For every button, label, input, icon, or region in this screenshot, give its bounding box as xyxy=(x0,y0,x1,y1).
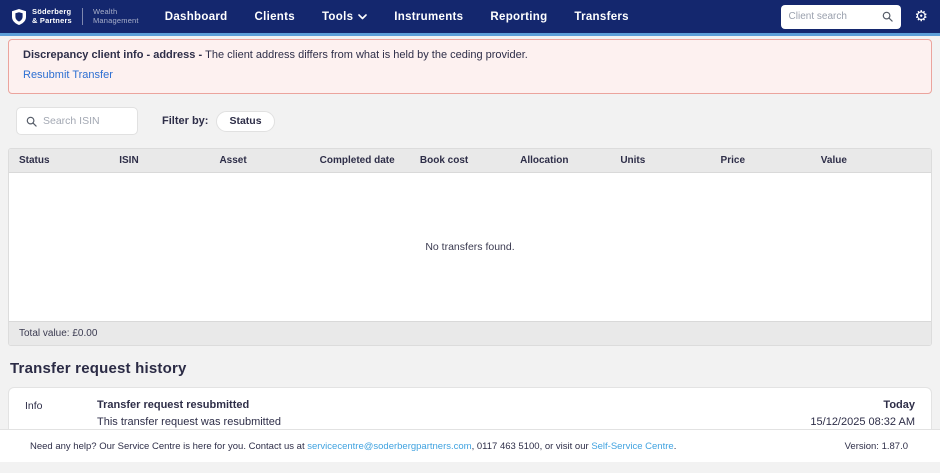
nav-item-label: Tools xyxy=(321,10,354,23)
history-entry-type: Info xyxy=(25,400,43,412)
resubmit-transfer-link[interactable]: Resubmit Transfer xyxy=(23,69,113,81)
discrepancy-alert-banner: Discrepancy client info - address - The … xyxy=(8,39,932,94)
logo-division-text: Wealth Management xyxy=(92,7,139,25)
status-filter-button[interactable]: Status xyxy=(216,110,275,132)
column-header-units: Units xyxy=(620,155,646,166)
total-value-label: Total value: £0.00 xyxy=(19,328,98,339)
logo-divider xyxy=(81,8,83,25)
history-entry-date: Today xyxy=(883,399,915,411)
help-text: Need any help? Our Service Centre is her… xyxy=(30,441,676,452)
nav-item-instruments[interactable]: Instruments xyxy=(394,11,463,23)
top-nav: Söderberg & Partners Wealth Management D… xyxy=(0,0,940,36)
version-text: Version: 1.87.0 xyxy=(844,440,908,452)
nav-item-dashboard[interactable]: Dashboard xyxy=(165,11,228,23)
page-footer: Need any help? Our Service Centre is her… xyxy=(0,429,940,462)
help-text-middle: , 0117 463 5100, or visit our xyxy=(471,440,592,452)
client-search-box[interactable] xyxy=(780,4,901,29)
nav-item-tools[interactable]: Tools xyxy=(321,10,368,23)
transfers-table: Status ISIN Asset Completed date Book co… xyxy=(8,148,932,346)
nav-item-label: Clients xyxy=(254,10,295,23)
search-icon xyxy=(882,11,893,22)
alert-message: The client address differs from what is … xyxy=(205,49,528,61)
history-section-title: Transfer request history xyxy=(10,360,187,377)
logo-brand-text: Söderberg & Partners xyxy=(32,7,72,25)
nav-logo[interactable]: Söderberg & Partners Wealth Management xyxy=(12,7,139,25)
table-empty-state: No transfers found. xyxy=(9,173,931,321)
column-header-allocation: Allocation xyxy=(520,155,569,166)
column-header-isin: ISIN xyxy=(119,155,139,166)
history-entry-datetime: Today 15/12/2025 08:32 AM xyxy=(810,399,915,428)
nav-item-reporting[interactable]: Reporting xyxy=(490,11,547,23)
column-header-book-cost: Book cost xyxy=(419,155,469,166)
nav-item-label: Reporting xyxy=(490,10,548,23)
nav-item-label: Instruments xyxy=(394,10,464,23)
alert-title: Discrepancy client info - address - xyxy=(23,49,206,61)
filter-by-label: Filter by: xyxy=(162,115,209,127)
history-entry-description: This transfer request was resubmitted xyxy=(97,416,282,428)
logo-division-line2: Management xyxy=(92,15,139,25)
chevron-down-icon xyxy=(358,13,368,20)
column-header-price: Price xyxy=(720,155,746,166)
service-centre-email-link[interactable]: servicecentre@soderbergpartners.com xyxy=(307,441,471,452)
history-entry-main: Transfer request resubmitted This transf… xyxy=(97,399,810,428)
logo-brand-line2: & Partners xyxy=(32,15,72,25)
isin-search-box[interactable] xyxy=(16,107,138,135)
nav-item-label: Transfers xyxy=(574,10,629,23)
filter-row: Filter by: Status xyxy=(8,107,932,135)
empty-state-message: No transfers found. xyxy=(425,241,515,253)
column-header-value: Value xyxy=(820,155,847,166)
history-entry-timestamp: 15/12/2025 08:32 AM xyxy=(810,416,915,428)
shield-icon xyxy=(12,8,26,25)
gear-icon[interactable]: ⚙ xyxy=(915,9,928,24)
column-header-asset: Asset xyxy=(219,155,247,166)
help-text-suffix: . xyxy=(673,440,677,452)
isin-search-input[interactable] xyxy=(43,115,123,127)
search-icon xyxy=(26,116,37,127)
self-service-centre-link[interactable]: Self-Service Centre xyxy=(591,441,673,452)
column-header-completed-date: Completed date xyxy=(319,155,395,166)
history-entry-title: Transfer request resubmitted xyxy=(97,399,250,411)
table-header-row: Status ISIN Asset Completed date Book co… xyxy=(9,149,931,173)
alert-text: Discrepancy client info - address - The … xyxy=(23,49,917,61)
column-header-status: Status xyxy=(19,155,50,166)
client-search-input[interactable] xyxy=(788,11,878,22)
nav-menu: Dashboard Clients Tools Instruments Repo… xyxy=(165,11,629,23)
table-total-bar: Total value: £0.00 xyxy=(9,321,931,345)
help-text-prefix: Need any help? Our Service Centre is her… xyxy=(30,440,308,452)
nav-item-clients[interactable]: Clients xyxy=(255,11,295,23)
nav-item-label: Dashboard xyxy=(164,10,228,23)
nav-item-transfers[interactable]: Transfers xyxy=(574,11,628,23)
